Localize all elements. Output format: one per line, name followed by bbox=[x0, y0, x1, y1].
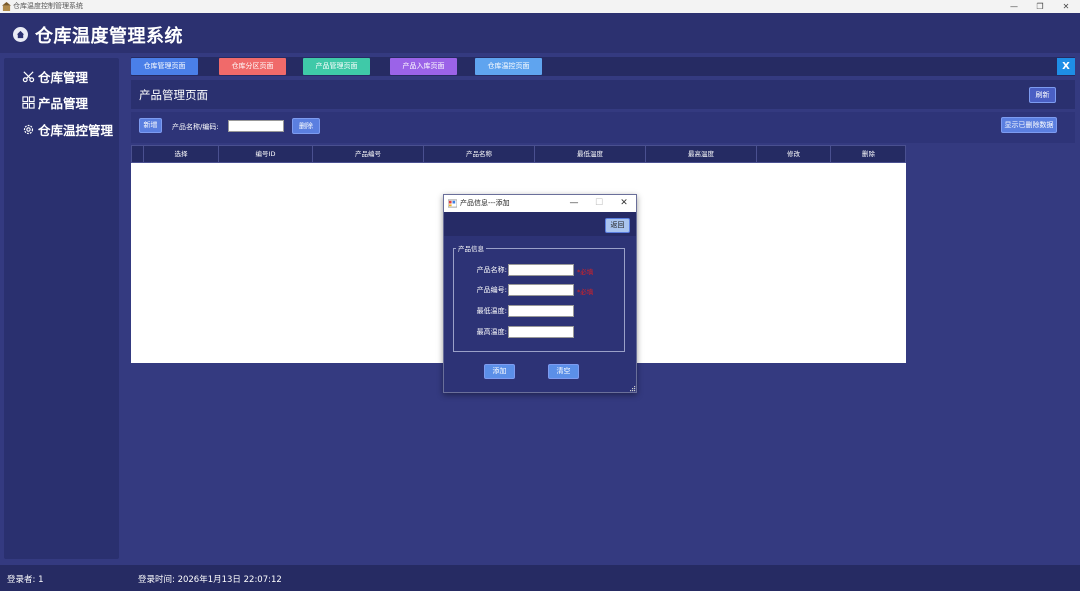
sidebar-item-label: 仓库温控管理 bbox=[38, 122, 114, 138]
required-marker: *必填 bbox=[577, 288, 594, 296]
dialog-titlebar: 产品信息---添加 — ☐ ✕ bbox=[444, 195, 636, 212]
table-header: 选择 编号ID 产品编号 产品名称 最低温度 最高温度 修改 删除 bbox=[131, 145, 906, 163]
column-header-product-name[interactable]: 产品名称 bbox=[423, 146, 534, 163]
delete-button[interactable]: 删除 bbox=[292, 118, 320, 134]
sidebar-item-label: 产品管理 bbox=[38, 95, 89, 111]
tab-strip: 仓库管理页面 仓库分区页面 产品管理页面 产品入库页面 仓库温控页面 bbox=[131, 57, 1075, 76]
group-label: 产品信息 bbox=[456, 243, 486, 253]
column-header-id[interactable]: 编号ID bbox=[218, 146, 312, 163]
dialog-maximize-button[interactable]: ☐ bbox=[587, 195, 611, 212]
logged-in-user: 登录者: 1 bbox=[7, 575, 44, 585]
min-temp-label: 最低温度: bbox=[476, 307, 507, 315]
dialog-title: 产品信息---添加 bbox=[460, 199, 510, 207]
column-header-select[interactable]: 选择 bbox=[143, 146, 218, 163]
max-temp-input[interactable] bbox=[508, 326, 574, 338]
add-button[interactable]: 新增 bbox=[139, 118, 162, 133]
page-header: 产品管理页面 刷新 bbox=[131, 80, 1075, 109]
column-header-product-code[interactable]: 产品编号 bbox=[312, 146, 423, 163]
column-header-delete[interactable]: 删除 bbox=[830, 146, 906, 163]
tab-product[interactable]: 产品管理页面 bbox=[303, 58, 370, 75]
minimize-button[interactable]: — bbox=[1000, 0, 1028, 13]
home-icon[interactable] bbox=[13, 27, 28, 42]
window-titlebar: 仓库温度控制管理系统 — ❐ ✕ bbox=[0, 0, 1080, 13]
app-header: 仓库温度管理系统 bbox=[0, 13, 1080, 53]
show-deleted-button[interactable]: 显示已删除数据 bbox=[1001, 117, 1057, 133]
tab-product-stock-in[interactable]: 产品入库页面 bbox=[390, 58, 457, 75]
sidebar-item-temp-control[interactable]: 仓库温控管理 bbox=[22, 120, 113, 138]
sidebar-item-products[interactable]: 产品管理 bbox=[22, 93, 88, 111]
product-add-dialog: 产品信息---添加 — ☐ ✕ 返回 产品信息 产品名称: *必填 产品编号: … bbox=[443, 194, 637, 393]
column-header-edit[interactable]: 修改 bbox=[756, 146, 830, 163]
product-name-input[interactable] bbox=[508, 264, 574, 276]
clear-button[interactable]: 清空 bbox=[548, 364, 579, 379]
tab-warehouse-zone[interactable]: 仓库分区页面 bbox=[219, 58, 286, 75]
product-name-label: 产品名称: bbox=[476, 266, 507, 274]
product-code-input[interactable] bbox=[508, 284, 574, 296]
back-button[interactable]: 返回 bbox=[605, 218, 630, 233]
sidebar-item-warehouse[interactable]: 仓库管理 bbox=[22, 67, 88, 85]
login-time: 登录时间: 2026年1月13日 22:07:12 bbox=[138, 575, 282, 585]
close-all-tabs-button[interactable]: X bbox=[1057, 58, 1075, 75]
scissors-icon bbox=[22, 70, 35, 82]
dialog-close-button[interactable]: ✕ bbox=[612, 195, 636, 212]
tab-warehouse[interactable]: 仓库管理页面 bbox=[131, 58, 198, 75]
window-title: 仓库温度控制管理系统 bbox=[13, 2, 83, 10]
app-title: 仓库温度管理系统 bbox=[35, 26, 183, 47]
max-temp-label: 最高温度: bbox=[476, 328, 507, 336]
grid-icon bbox=[22, 95, 35, 109]
status-bar: 登录者: 1 登录时间: 2026年1月13日 22:07:12 bbox=[0, 565, 1080, 591]
gear-icon bbox=[23, 124, 34, 134]
column-header-min-temp[interactable]: 最低温度 bbox=[534, 146, 645, 163]
product-code-label: 产品编号: bbox=[476, 286, 507, 294]
search-label: 产品名称/编码: bbox=[172, 123, 219, 131]
form-icon bbox=[448, 199, 457, 208]
restore-button[interactable]: ❐ bbox=[1026, 0, 1054, 13]
required-marker: *必填 bbox=[577, 268, 594, 276]
resize-grip-icon[interactable] bbox=[630, 386, 636, 392]
refresh-button[interactable]: 刷新 bbox=[1029, 87, 1056, 103]
page-title: 产品管理页面 bbox=[139, 88, 208, 102]
tab-temp-control[interactable]: 仓库温控页面 bbox=[475, 58, 542, 75]
search-input[interactable] bbox=[228, 120, 284, 132]
sidebar: 仓库管理 产品管理 仓库温控管理 bbox=[4, 58, 119, 559]
search-toolbar: 新增 产品名称/编码: 删除 显示已删除数据 bbox=[131, 112, 1075, 143]
app-icon bbox=[2, 2, 11, 11]
min-temp-input[interactable] bbox=[508, 305, 574, 317]
sidebar-item-label: 仓库管理 bbox=[38, 69, 89, 85]
column-header-max-temp[interactable]: 最高温度 bbox=[645, 146, 756, 163]
dialog-minimize-button[interactable]: — bbox=[562, 195, 586, 212]
window-close-button[interactable]: ✕ bbox=[1052, 0, 1080, 13]
add-submit-button[interactable]: 添加 bbox=[484, 364, 515, 379]
